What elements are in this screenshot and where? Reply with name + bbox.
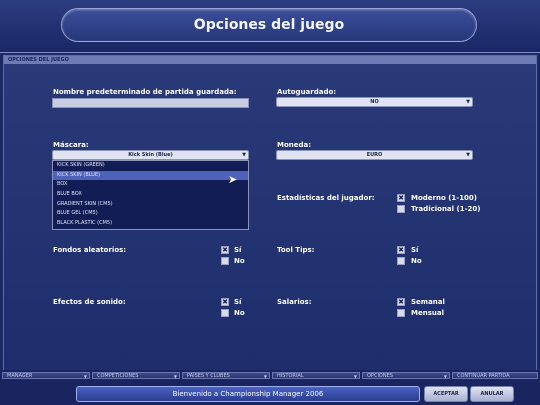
nav-tab-label: HISTORIAL: [277, 373, 304, 379]
nav-tab-manager[interactable]: MANAGER ▼: [2, 372, 90, 379]
autosave-label: Autoguardado:: [277, 88, 337, 96]
chevron-down-icon: ▼: [353, 374, 357, 379]
skin-select[interactable]: Kick Skin (Blue) ▼: [52, 150, 249, 160]
autosave-select[interactable]: NO ▼: [276, 97, 473, 107]
skin-label: Máscara:: [53, 141, 89, 149]
sound-effects-no-checkbox[interactable]: [221, 309, 229, 317]
tooltips-yes-checkbox[interactable]: ✖: [397, 246, 405, 254]
nav-tab-label: MANAGER: [7, 373, 33, 379]
nav-tab-label: OPCIONES: [367, 373, 393, 379]
accept-button[interactable]: ACEPTAR: [424, 386, 468, 402]
nav-tab-history[interactable]: HISTORIAL ▼: [272, 372, 360, 379]
nav-tab-label: PAÍSES Y CLUBES: [187, 373, 230, 379]
check-mark-icon: ✖: [222, 298, 228, 306]
chevron-down-icon: ▼: [443, 374, 447, 379]
nav-tab-continue-game[interactable]: CONTINUAR PARTIDA: [452, 372, 538, 379]
chevron-down-icon: ▼: [466, 152, 470, 158]
nav-tab-competitions[interactable]: COMPETICIONES ▼: [92, 372, 180, 379]
panel-header: OPCIONES DEL JUEGO: [4, 56, 536, 64]
player-stats-modern-label: Moderno (1-100): [411, 194, 478, 202]
sound-effects-yes-checkbox[interactable]: ✖: [221, 298, 229, 306]
skin-dropdown-list: KICK SKIN (GREEN) KICK SKIN (BLUE) BOX B…: [52, 160, 249, 230]
player-stats-label: Estadísticas del jugador:: [277, 194, 375, 202]
skin-option[interactable]: BLUE GEL (CM5): [53, 209, 248, 219]
sound-effects-no-label: No: [234, 309, 245, 317]
salaries-weekly-checkbox[interactable]: ✖: [397, 298, 405, 306]
tooltips-label: Tool Tips:: [277, 246, 315, 254]
status-message: Bienvenido a Championship Manager 2006: [76, 386, 420, 402]
tooltips-no-label: No: [411, 257, 422, 265]
random-backgrounds-label: Fondos aleatorios:: [53, 246, 127, 254]
nav-tab-label: CONTINUAR PARTIDA: [457, 373, 510, 379]
nav-tab-countries-clubs[interactable]: PAÍSES Y CLUBES ▼: [182, 372, 270, 379]
skin-option[interactable]: BLUE BOX: [53, 190, 248, 200]
salaries-monthly-checkbox[interactable]: [397, 309, 405, 317]
check-mark-icon: ✖: [398, 298, 404, 306]
check-mark-icon: ✖: [222, 246, 228, 254]
tooltips-no-checkbox[interactable]: [397, 257, 405, 265]
skin-value: Kick Skin (Blue): [128, 152, 173, 158]
player-stats-traditional-label: Tradicional (1-20): [411, 205, 481, 213]
nav-tab-options[interactable]: OPCIONES ▼: [362, 372, 450, 379]
save-name-label: Nombre predeterminado de partida guardad…: [53, 88, 237, 96]
skin-option[interactable]: BOX: [53, 180, 248, 190]
salaries-weekly-label: Semanal: [411, 298, 445, 306]
random-backgrounds-yes-label: Sí: [234, 246, 242, 254]
tooltips-yes-label: Sí: [411, 246, 419, 254]
salaries-monthly-label: Mensual: [411, 309, 444, 317]
chevron-down-icon: ▼: [263, 374, 267, 379]
sound-effects-yes-label: Sí: [234, 298, 242, 306]
chevron-down-icon: ▼: [466, 99, 470, 105]
autosave-value: NO: [370, 99, 379, 105]
random-backgrounds-no-label: No: [234, 257, 245, 265]
check-mark-icon: ✖: [398, 246, 404, 254]
check-mark-icon: ✖: [398, 194, 404, 202]
currency-label: Moneda:: [277, 141, 312, 149]
random-backgrounds-yes-checkbox[interactable]: ✖: [221, 246, 229, 254]
skin-option[interactable]: BLACK PLASTIC (CM5): [53, 219, 248, 229]
cancel-button[interactable]: ANULAR: [470, 386, 514, 402]
chevron-down-icon: ▼: [173, 374, 177, 379]
title-bar: Opciones del juego: [0, 0, 540, 53]
skin-option[interactable]: KICK SKIN (GREEN): [53, 161, 248, 171]
currency-value: EURO: [366, 152, 383, 158]
currency-select[interactable]: EURO ▼: [276, 150, 473, 160]
page-title: Opciones del juego: [62, 9, 476, 41]
skin-option-selected[interactable]: KICK SKIN (BLUE): [53, 170, 248, 181]
player-stats-modern-checkbox[interactable]: ✖: [397, 194, 405, 202]
sound-effects-label: Efectos de sonido:: [53, 298, 126, 306]
chevron-down-icon: ▼: [83, 374, 87, 379]
save-name-input[interactable]: [52, 98, 249, 108]
salaries-label: Salarios:: [277, 298, 312, 306]
skin-option[interactable]: GRADIENT SKIN (CM5): [53, 200, 248, 210]
mouse-pointer-icon: ➤: [228, 173, 238, 186]
player-stats-traditional-checkbox[interactable]: [397, 205, 405, 213]
chevron-down-icon: ▼: [242, 152, 246, 158]
nav-tab-label: COMPETICIONES: [97, 373, 139, 379]
random-backgrounds-no-checkbox[interactable]: [221, 257, 229, 265]
